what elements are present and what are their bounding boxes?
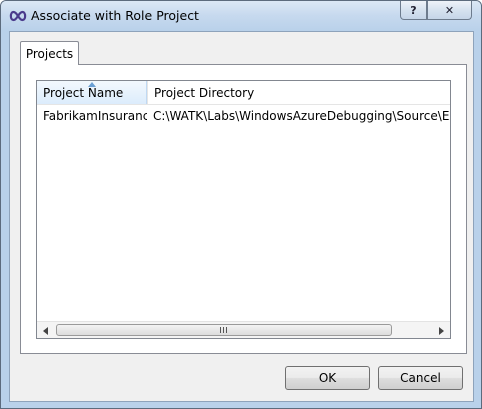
scroll-left-button[interactable] bbox=[37, 322, 54, 339]
cell-project-name: FabrikamInsurance bbox=[43, 109, 147, 123]
table-row[interactable]: FabrikamInsurance C:\WATK\Labs\WindowsAz… bbox=[37, 106, 450, 126]
scroll-grip-icon bbox=[220, 327, 227, 333]
cell-project-directory: C:\WATK\Labs\WindowsAzureDebugging\Sourc… bbox=[153, 109, 450, 123]
close-x-icon: ✕ bbox=[444, 3, 455, 17]
cancel-button[interactable]: Cancel bbox=[378, 366, 463, 390]
question-mark-icon: ? bbox=[410, 3, 417, 17]
list-header: Project Name Project Directory bbox=[37, 81, 450, 105]
column-header-project-name-label: Project Name bbox=[43, 85, 124, 100]
window-title: Associate with Role Project bbox=[31, 8, 199, 23]
dialog-client-area: Projects Project Name Project Directory bbox=[9, 31, 474, 402]
column-header-project-directory-label: Project Directory bbox=[154, 85, 255, 100]
dialog-window: Associate with Role Project ? ✕ Projects… bbox=[0, 0, 482, 409]
column-header-project-name[interactable]: Project Name bbox=[37, 81, 147, 104]
title-bar[interactable]: Associate with Role Project ? ✕ bbox=[1, 1, 481, 31]
visual-studio-infinity-icon bbox=[9, 10, 27, 22]
scrollbar-thumb[interactable] bbox=[56, 324, 392, 336]
ok-button[interactable]: OK bbox=[285, 366, 370, 390]
tab-projects-label: Projects bbox=[25, 46, 74, 61]
tab-projects[interactable]: Projects bbox=[20, 41, 79, 65]
column-header-project-directory[interactable]: Project Directory bbox=[147, 81, 450, 104]
close-button[interactable]: ✕ bbox=[427, 1, 472, 20]
help-button[interactable]: ? bbox=[400, 1, 427, 20]
scroll-right-button[interactable] bbox=[433, 322, 450, 339]
sort-ascending-icon bbox=[88, 82, 96, 87]
scroll-left-arrow-icon bbox=[43, 326, 48, 335]
projects-tab-panel: Project Name Project Directory FabrikamI… bbox=[20, 64, 467, 354]
projects-list[interactable]: Project Name Project Directory FabrikamI… bbox=[36, 80, 451, 339]
scroll-right-arrow-icon bbox=[439, 326, 444, 335]
horizontal-scrollbar[interactable] bbox=[37, 321, 450, 338]
